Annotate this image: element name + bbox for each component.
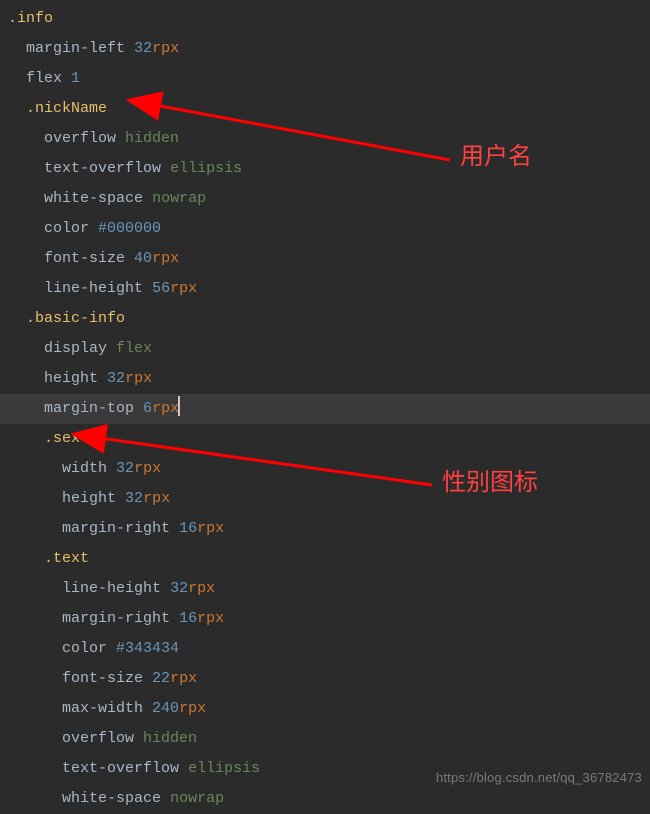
value-hex: #000000 — [98, 220, 161, 237]
property: overflow — [62, 730, 134, 747]
value-unit: rpx — [125, 370, 152, 387]
property: overflow — [44, 130, 116, 147]
property: height — [62, 490, 116, 507]
value-keyword: nowrap — [170, 790, 224, 807]
value-number: 32 — [125, 490, 143, 507]
property: margin-left — [26, 40, 125, 57]
code-line: .nickName — [0, 94, 650, 124]
value-keyword: hidden — [125, 130, 179, 147]
selector: .nickName — [26, 100, 107, 117]
value-unit: rpx — [152, 40, 179, 57]
property: flex — [26, 70, 62, 87]
value-unit: rpx — [170, 280, 197, 297]
code-line: .text — [0, 544, 650, 574]
text-cursor — [178, 396, 180, 416]
value-number: 56 — [152, 280, 170, 297]
property: white-space — [44, 190, 143, 207]
selector: .info — [8, 10, 53, 27]
value-keyword: ellipsis — [188, 760, 260, 777]
value-number: 32 — [116, 460, 134, 477]
code-line: font-size 22rpx — [0, 664, 650, 694]
watermark: https://blog.csdn.net/qq_36782473 — [436, 763, 642, 793]
value-unit: rpx — [134, 460, 161, 477]
code-line: display flex — [0, 334, 650, 364]
value-number: 240 — [152, 700, 179, 717]
value-number: 40 — [134, 250, 152, 267]
property: line-height — [44, 280, 143, 297]
value-number: 32 — [107, 370, 125, 387]
value-number: 22 — [152, 670, 170, 687]
code-line: white-space nowrap — [0, 184, 650, 214]
code-line: overflow hidden — [0, 124, 650, 154]
property: margin-top — [44, 400, 134, 417]
value-keyword: ellipsis — [170, 160, 242, 177]
code-line: color #000000 — [0, 214, 650, 244]
code-line: flex 1 — [0, 64, 650, 94]
property: color — [44, 220, 89, 237]
value-keyword: hidden — [143, 730, 197, 747]
code-line: font-size 40rpx — [0, 244, 650, 274]
code-line: margin-right 16rpx — [0, 604, 650, 634]
code-line: height 32rpx — [0, 364, 650, 394]
value-number: 1 — [71, 70, 80, 87]
value-number: 16 — [179, 610, 197, 627]
property: line-height — [62, 580, 161, 597]
property: text-overflow — [44, 160, 161, 177]
code-line: height 32rpx — [0, 484, 650, 514]
property: max-width — [62, 700, 143, 717]
code-line: .sex — [0, 424, 650, 454]
code-line: margin-left 32rpx — [0, 34, 650, 64]
value-unit: rpx — [197, 610, 224, 627]
value-unit: rpx — [143, 490, 170, 507]
code-line: .info — [0, 4, 650, 34]
property: margin-right — [62, 610, 170, 627]
code-editor[interactable]: .info margin-left 32rpx flex 1 .nickName… — [0, 0, 650, 814]
property: text-overflow — [62, 760, 179, 777]
selector: .sex — [44, 430, 80, 447]
value-unit: rpx — [152, 250, 179, 267]
selector: .text — [44, 550, 89, 567]
value-unit: rpx — [152, 400, 179, 417]
code-line: max-width 240rpx — [0, 694, 650, 724]
code-line: overflow hidden — [0, 724, 650, 754]
property: width — [62, 460, 107, 477]
code-line: .basic-info — [0, 304, 650, 334]
value-keyword: flex — [116, 340, 152, 357]
code-line-active: margin-top 6rpx — [0, 394, 650, 424]
property: display — [44, 340, 107, 357]
property: margin-right — [62, 520, 170, 537]
property: white-space — [62, 790, 161, 807]
value-number: 6 — [143, 400, 152, 417]
value-keyword: nowrap — [152, 190, 206, 207]
code-line: width 32rpx — [0, 454, 650, 484]
value-unit: rpx — [188, 580, 215, 597]
code-line: line-height 56rpx — [0, 274, 650, 304]
value-number: 32 — [170, 580, 188, 597]
value-number: 16 — [179, 520, 197, 537]
value-unit: rpx — [197, 520, 224, 537]
selector: .basic-info — [26, 310, 125, 327]
property: font-size — [44, 250, 125, 267]
code-line: text-overflow ellipsis — [0, 154, 650, 184]
property: height — [44, 370, 98, 387]
property: color — [62, 640, 107, 657]
property: font-size — [62, 670, 143, 687]
value-unit: rpx — [179, 700, 206, 717]
value-unit: rpx — [170, 670, 197, 687]
value-number: 32 — [134, 40, 152, 57]
code-line: margin-right 16rpx — [0, 514, 650, 544]
code-line: line-height 32rpx — [0, 574, 650, 604]
value-hex: #343434 — [116, 640, 179, 657]
code-line: color #343434 — [0, 634, 650, 664]
